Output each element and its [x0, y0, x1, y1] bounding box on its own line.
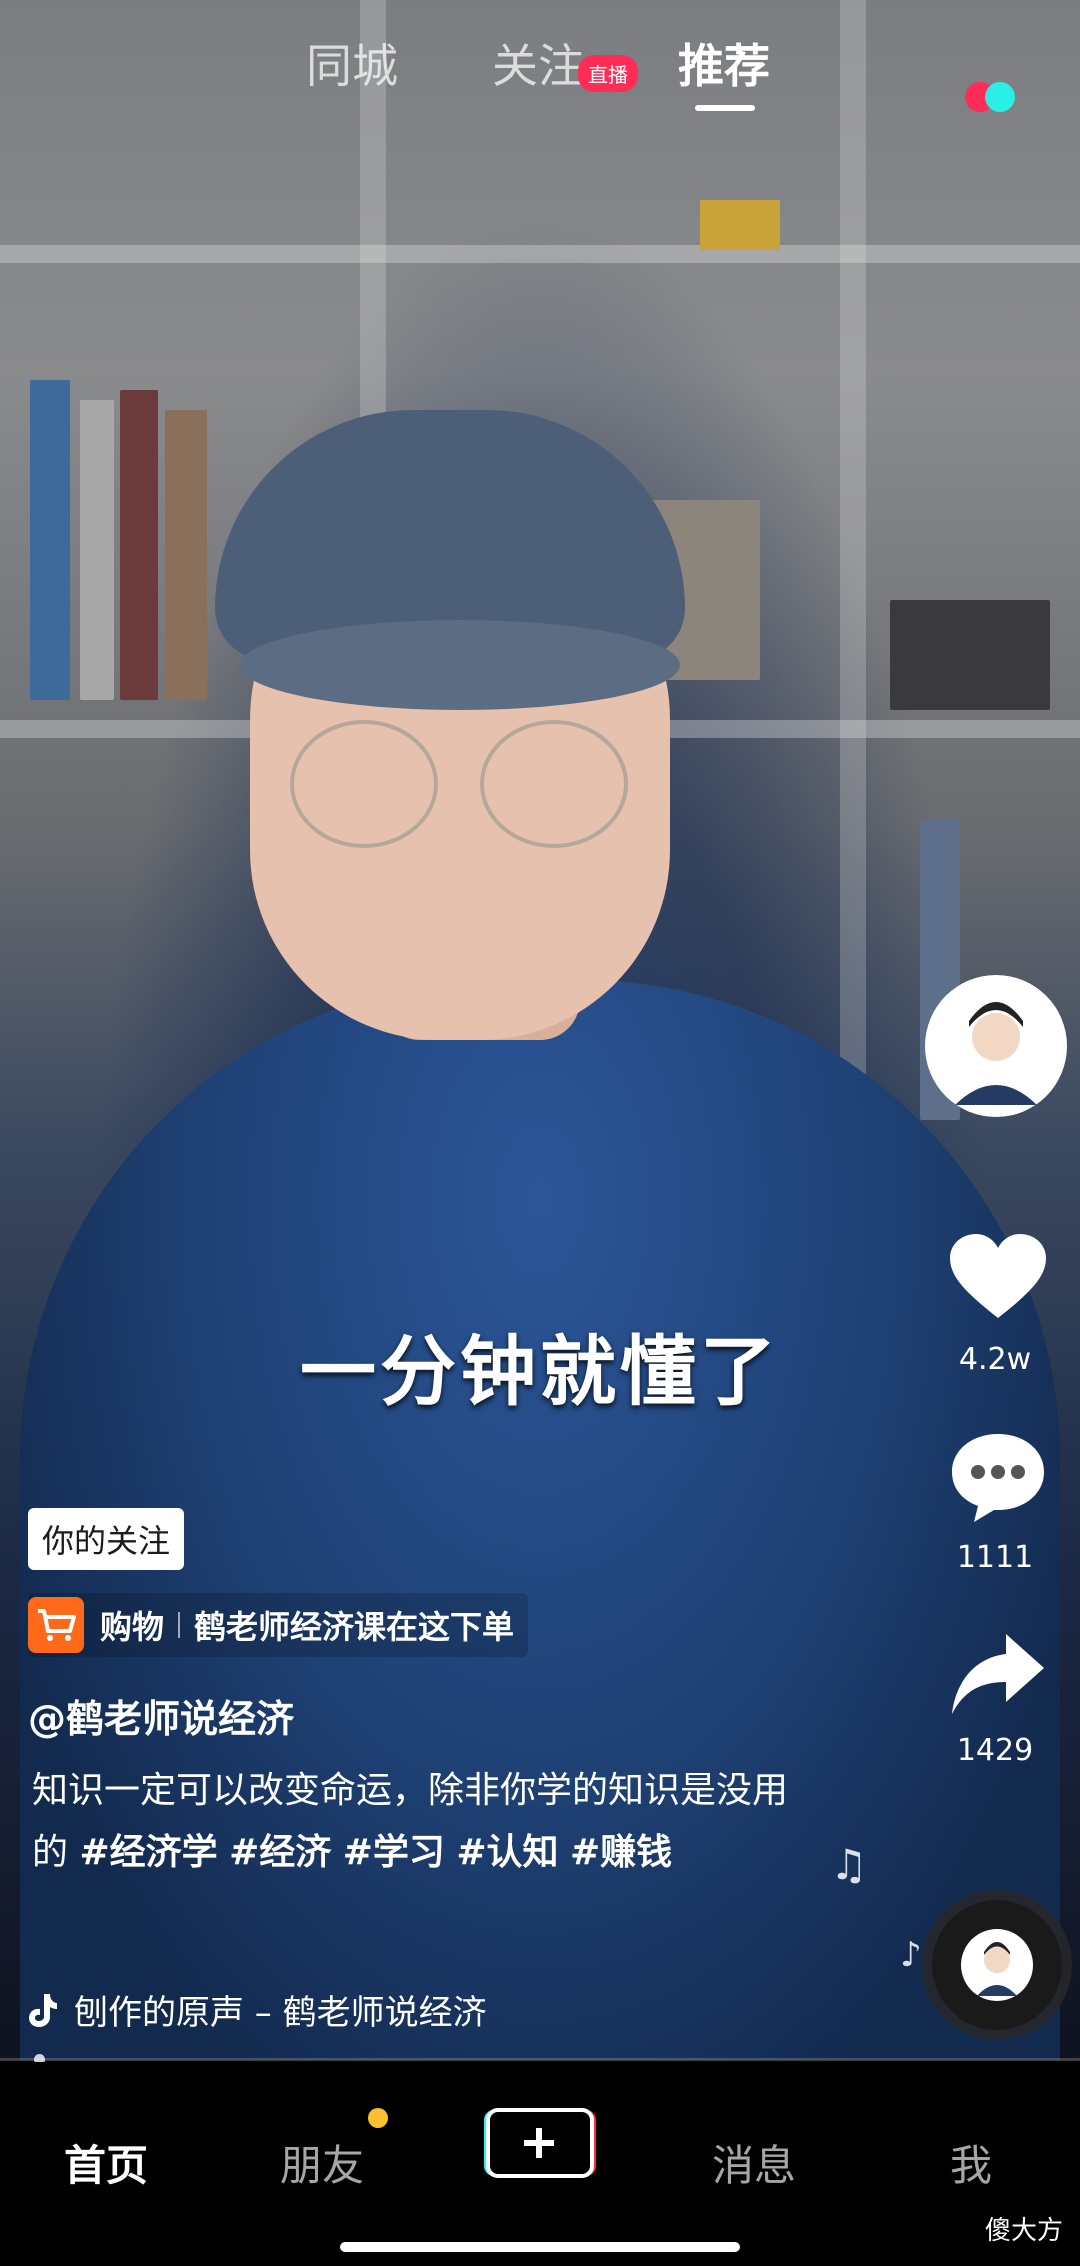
live-badge: 直播	[578, 55, 638, 92]
share-count: 1429	[956, 1733, 1034, 1768]
comment-count: 1111	[956, 1540, 1034, 1575]
video-subtitle: 一分钟就懂了	[300, 1327, 780, 1416]
author-name[interactable]: @鹤老师说经济	[28, 1688, 294, 1743]
cup	[700, 200, 780, 250]
tab-following[interactable]: 关注	[492, 30, 584, 96]
video-caption[interactable]: 知识一定可以改变命运，除非你学的知识是没用的 #经济学 #经济 #学习 #认知 …	[32, 1760, 802, 1884]
nav-messages[interactable]: 消息	[712, 2132, 796, 2193]
glasses-left	[290, 720, 438, 848]
hashtag[interactable]: #经济	[229, 1832, 331, 1873]
book	[30, 380, 70, 700]
hashtag[interactable]: #认知	[456, 1832, 558, 1873]
shelf-post	[840, 0, 866, 1200]
shop-anchor[interactable]: 购物 鹤老师经济课在这下单	[28, 1593, 529, 1657]
plus-icon	[484, 2108, 596, 2178]
video-player[interactable]: 一分钟就懂了	[0, 0, 1080, 2060]
hashtag[interactable]: #学习	[343, 1832, 445, 1873]
share-button[interactable]	[948, 1630, 1048, 1724]
comment-icon	[952, 1434, 1044, 1522]
shelf-line	[0, 245, 1080, 263]
watermark: 傻大方	[985, 2216, 1064, 2246]
shop-label: 购物	[100, 1608, 165, 1646]
person-cap-brim	[240, 620, 680, 710]
video-progress-bar[interactable]	[0, 2054, 1080, 2065]
shop-separator	[178, 1612, 181, 1638]
nav-home[interactable]: 首页	[64, 2132, 148, 2193]
book	[165, 410, 207, 700]
like-count: 4.2w	[958, 1342, 1032, 1377]
tab-recommended[interactable]: 推荐	[678, 30, 770, 96]
friends-badge-dot	[368, 2108, 388, 2128]
following-tag: 你的关注	[28, 1508, 185, 1570]
music-title: 刨作的原声 – 鹤老师说经济	[74, 1993, 487, 2033]
home-indicator[interactable]	[340, 2242, 740, 2252]
avatar-icon	[928, 978, 1064, 1114]
music-disc[interactable]	[932, 1900, 1062, 2030]
like-button[interactable]	[948, 1232, 1048, 1326]
music-note-icon: ♪	[900, 1935, 922, 1975]
music-note-icon: ♫	[830, 1840, 868, 1889]
tab-same-city[interactable]: 同城	[306, 30, 398, 96]
hashtag[interactable]: #赚钱	[570, 1832, 672, 1873]
nav-friends[interactable]: 朋友	[280, 2132, 364, 2193]
hashtag[interactable]: #经济学	[79, 1832, 217, 1873]
logo-dot-cyan	[985, 82, 1015, 112]
shop-description: 鹤老师经济课在这下单	[194, 1608, 515, 1646]
create-button[interactable]	[482, 2106, 596, 2180]
top-tabs: 同城 关注 直播 推荐	[0, 30, 1080, 130]
nav-me[interactable]: 我	[950, 2132, 992, 2193]
music-info[interactable]: 刨作的原声 – 鹤老师说经济	[28, 1985, 487, 2034]
glasses-right	[480, 720, 628, 848]
logo-icon[interactable]	[965, 30, 1025, 112]
box	[890, 600, 1050, 710]
active-tab-indicator	[695, 105, 755, 111]
music-disc-icon	[935, 1903, 1059, 2027]
bottom-nav: 首页 朋友 消息 我	[0, 2062, 1080, 2266]
share-icon	[952, 1634, 1044, 1714]
heart-icon	[950, 1234, 1046, 1318]
cart-icon	[28, 1597, 84, 1653]
comment-button[interactable]	[948, 1430, 1048, 1530]
book	[120, 390, 158, 700]
tiktok-note-icon	[29, 1993, 57, 2027]
author-avatar[interactable]	[925, 975, 1067, 1117]
book	[80, 400, 114, 700]
